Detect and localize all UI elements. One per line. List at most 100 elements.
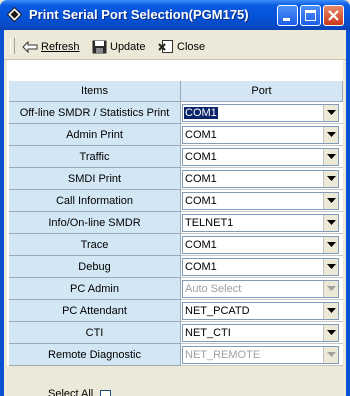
chevron-down-icon — [327, 264, 336, 269]
title-bar[interactable]: Print Serial Port Selection(PGM175) — [0, 0, 350, 30]
maximize-button[interactable] — [300, 5, 321, 26]
table-row: SMDI Print COM1 — [9, 168, 343, 190]
close-label: Close — [177, 40, 206, 53]
app-diamond-icon — [7, 7, 22, 22]
port-select[interactable]: COM1 — [182, 192, 339, 210]
table-row: PC Admin Auto Select — [9, 278, 343, 300]
table-row: Info/On-line SMDR TELNET1 — [9, 212, 343, 234]
item-label: PC Admin — [9, 278, 181, 300]
item-label: Traffic — [9, 146, 181, 168]
port-cell: NET_REMOTE — [181, 344, 343, 366]
dropdown-arrow-button[interactable] — [323, 149, 338, 165]
port-select[interactable]: NET_CTI — [182, 324, 339, 342]
close-window-button[interactable] — [323, 5, 344, 26]
close-doc-icon — [158, 39, 173, 53]
port-select[interactable]: COM1 — [182, 170, 339, 188]
grid-header: Items Port — [9, 81, 343, 102]
chevron-down-icon — [327, 220, 336, 225]
dropdown-arrow-button[interactable] — [323, 215, 338, 231]
table-row: Admin Print COM1 — [9, 124, 343, 146]
port-value: TELNET1 — [185, 217, 234, 229]
port-select[interactable]: COM1 — [182, 236, 339, 254]
column-header-port[interactable]: Port — [181, 81, 343, 102]
toolbar-grip[interactable] — [10, 38, 15, 54]
dropdown-arrow-button[interactable] — [323, 105, 338, 121]
item-label: Admin Print — [9, 124, 181, 146]
port-value: NET_REMOTE — [185, 349, 261, 361]
port-value: COM1 — [185, 195, 217, 207]
port-cell: COM1 — [181, 124, 343, 146]
chevron-down-icon — [327, 352, 336, 357]
chevron-down-icon — [327, 242, 336, 247]
column-header-items[interactable]: Items — [9, 81, 181, 102]
port-select[interactable]: TELNET1 — [182, 214, 339, 232]
chevron-down-icon — [327, 110, 336, 115]
table-row: Trace COM1 — [9, 234, 343, 256]
port-select[interactable]: NET_PCATD — [182, 302, 339, 320]
chevron-down-icon — [327, 154, 336, 159]
update-label: Update — [110, 40, 146, 53]
chevron-down-icon — [327, 330, 336, 335]
port-select[interactable]: COM1 — [182, 104, 339, 122]
port-cell: NET_PCATD — [181, 300, 343, 322]
update-button[interactable]: Update — [92, 38, 145, 55]
maximize-icon — [305, 10, 316, 21]
arrow-left-icon — [22, 40, 38, 53]
item-label: Remote Diagnostic — [9, 344, 181, 366]
close-button[interactable]: Close — [158, 38, 205, 55]
dropdown-arrow-button[interactable] — [323, 171, 338, 187]
refresh-label: Refresh — [41, 40, 80, 53]
window-title: Print Serial Port Selection(PGM175) — [29, 7, 249, 22]
item-label: CTI — [9, 322, 181, 344]
port-cell: TELNET1 — [181, 212, 343, 234]
item-label: Debug — [9, 256, 181, 278]
chevron-down-icon — [327, 286, 336, 291]
chevron-down-icon — [327, 198, 336, 203]
item-label: Off-line SMDR / Statistics Print — [9, 102, 181, 124]
dropdown-arrow-button[interactable] — [323, 303, 338, 319]
port-cell: Auto Select — [181, 278, 343, 300]
dropdown-arrow-button[interactable] — [323, 127, 338, 143]
toolbar: Refresh Update Close — [4, 33, 346, 60]
item-label: SMDI Print — [9, 168, 181, 190]
port-select[interactable]: COM1 — [182, 126, 339, 144]
window-frame-left — [0, 30, 4, 396]
window-frame-right — [346, 30, 350, 396]
port-cell: COM1 — [181, 256, 343, 278]
select-all-label: Select All — [48, 388, 94, 396]
table-row: Traffic COM1 — [9, 146, 343, 168]
port-cell: COM1 — [181, 146, 343, 168]
table-row: Off-line SMDR / Statistics Print COM1 — [9, 102, 343, 124]
port-value: COM1 — [185, 261, 217, 273]
dropdown-arrow-button[interactable] — [323, 237, 338, 253]
chevron-down-icon — [327, 132, 336, 137]
dropdown-arrow-button[interactable] — [323, 325, 338, 341]
item-label: Trace — [9, 234, 181, 256]
table-row: Debug COM1 — [9, 256, 343, 278]
port-select[interactable]: COM1 — [182, 258, 339, 276]
port-grid: Items Port Off-line SMDR / Statistics Pr… — [7, 60, 343, 366]
port-cell: COM1 — [181, 190, 343, 212]
dropdown-arrow-button — [323, 281, 338, 297]
port-value: NET_PCATD — [185, 305, 250, 317]
port-select: NET_REMOTE — [182, 346, 339, 364]
dropdown-arrow-button[interactable] — [323, 193, 338, 209]
port-value: NET_CTI — [185, 327, 231, 339]
dropdown-arrow-button[interactable] — [323, 259, 338, 275]
minimize-button[interactable] — [277, 5, 298, 26]
dropdown-arrow-button — [323, 347, 338, 363]
refresh-button[interactable]: Refresh — [22, 38, 80, 55]
minimize-icon — [283, 18, 290, 21]
port-select[interactable]: COM1 — [182, 148, 339, 166]
table-row: Call Information COM1 — [9, 190, 343, 212]
port-cell: COM1 — [181, 102, 343, 124]
select-all-checkbox[interactable] — [100, 390, 111, 396]
port-value: COM1 — [185, 239, 217, 251]
window: Print Serial Port Selection(PGM175) Refr… — [0, 0, 350, 396]
item-label: Info/On-line SMDR — [9, 212, 181, 234]
port-cell: NET_CTI — [181, 322, 343, 344]
port-select: Auto Select — [182, 280, 339, 298]
chevron-down-icon — [327, 308, 336, 313]
port-cell: COM1 — [181, 234, 343, 256]
grid-blank-band — [7, 60, 343, 81]
